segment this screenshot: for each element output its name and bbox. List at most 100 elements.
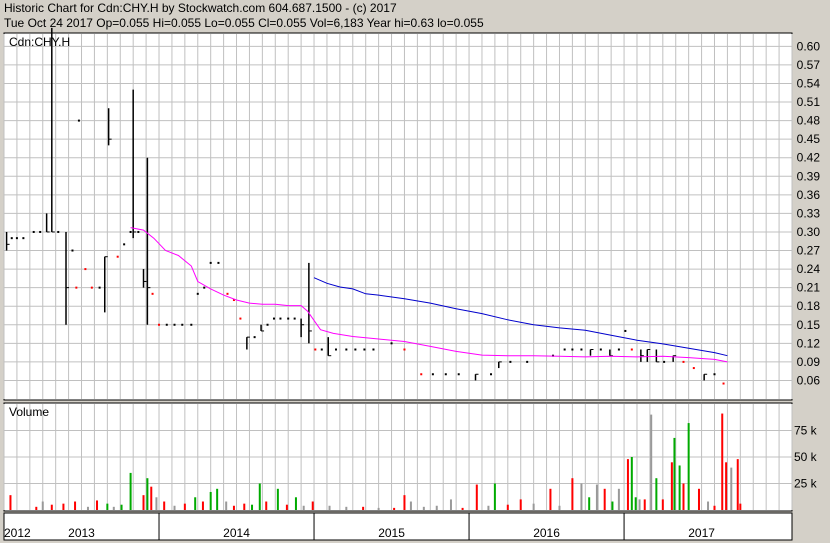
volume-bar xyxy=(461,507,464,510)
volume-bar xyxy=(251,504,254,510)
volume-panel-label: Volume xyxy=(9,405,49,419)
price-close-dot xyxy=(129,230,132,233)
price-close-dot xyxy=(457,373,460,376)
volume-bar xyxy=(276,488,279,510)
volume-bar xyxy=(580,483,583,510)
price-close-dot xyxy=(630,348,633,351)
price-close-dot xyxy=(372,348,375,351)
stock-chart: 0.60 0.57 0.54 0.51 0.48 0.45 0.42 0.39 0.36 0.33… xyxy=(3,27,821,541)
price-close-dot xyxy=(713,373,716,376)
volume-bar xyxy=(216,488,219,510)
price-close-dot xyxy=(75,286,78,289)
volume-bar xyxy=(487,505,490,510)
volume-bar xyxy=(62,503,65,510)
price-close-dot xyxy=(203,286,206,289)
price-close-dot xyxy=(580,348,583,351)
volume-bar xyxy=(9,495,12,510)
price-tick-label: 0.12 xyxy=(797,336,821,350)
price-close-dot xyxy=(209,261,212,264)
volume-bar xyxy=(435,505,438,510)
price-tick-label: 0.18 xyxy=(797,299,821,313)
volume-bar xyxy=(285,504,288,510)
volume-bar xyxy=(243,503,246,510)
price-tick-label: 0.06 xyxy=(797,373,821,387)
volume-bar xyxy=(265,501,268,510)
volume-bar xyxy=(707,501,710,510)
volume-bar xyxy=(673,437,676,510)
price-close-dot xyxy=(158,323,161,326)
price-tick-label: 0.24 xyxy=(797,262,821,276)
price-close-dot xyxy=(354,348,357,351)
volume-bar xyxy=(595,484,598,510)
price-close-dot xyxy=(98,286,101,289)
volume-bar xyxy=(519,499,522,510)
volume-bar xyxy=(362,506,365,510)
volume-bar xyxy=(603,488,606,510)
volume-bar xyxy=(638,499,641,510)
price-close-dot xyxy=(22,237,25,240)
volume-bar xyxy=(687,423,690,510)
volume-bar xyxy=(736,459,739,510)
volume-bar xyxy=(225,501,228,510)
year-label: 2012 xyxy=(4,526,31,540)
volume-bar xyxy=(682,483,685,510)
price-tick-label: 0.48 xyxy=(797,114,821,128)
volume-bar xyxy=(558,505,561,510)
volume-bar xyxy=(294,497,297,510)
price-close-dot xyxy=(682,360,685,363)
price-close-dot xyxy=(217,261,220,264)
price-close-dot xyxy=(526,360,529,363)
year-label: 2016 xyxy=(533,526,560,540)
price-tick-label: 0.42 xyxy=(797,151,821,165)
volume-bar xyxy=(345,506,348,510)
price-tick-label: 0.21 xyxy=(797,281,821,295)
price-close-dot xyxy=(226,292,229,295)
price-close-dot xyxy=(624,329,627,332)
price-tick-label: 0.54 xyxy=(797,76,821,90)
price-tick-label: 0.15 xyxy=(797,318,821,332)
volume-tick-label: 50 k xyxy=(794,450,818,464)
price-tick-label: 0.57 xyxy=(797,58,821,72)
price-close-dot xyxy=(509,360,512,363)
volume-bar xyxy=(41,501,44,510)
price-panel-label: Cdn:CHY.H xyxy=(9,35,70,49)
price-close-dot xyxy=(490,373,493,376)
price-close-dot xyxy=(123,243,126,246)
price-close-dot xyxy=(137,230,140,233)
price-close-dot xyxy=(571,348,574,351)
volume-bar xyxy=(311,501,314,510)
price-tick-label: 0.45 xyxy=(797,132,821,146)
volume-bar xyxy=(661,499,664,510)
volume-bar xyxy=(422,506,425,510)
volume-bar xyxy=(697,488,700,510)
volume-bar xyxy=(721,413,724,510)
volume-bar xyxy=(112,506,115,510)
price-close-dot xyxy=(345,348,348,351)
volume-bar xyxy=(393,507,396,510)
price-close-dot xyxy=(15,237,18,240)
volume-bar xyxy=(626,459,629,510)
volume-bar xyxy=(74,501,77,510)
price-close-dot xyxy=(196,292,199,295)
volume-bar xyxy=(209,491,212,510)
volume-bar xyxy=(739,503,742,510)
volume-bar xyxy=(377,507,380,510)
price-close-dot xyxy=(32,230,35,233)
volume-bar xyxy=(258,483,261,510)
year-label: 2015 xyxy=(378,526,405,540)
volume-bar xyxy=(617,488,620,510)
price-close-dot xyxy=(403,348,406,351)
price-close-dot xyxy=(39,230,42,233)
price-close-dot xyxy=(10,237,13,240)
volume-bar xyxy=(650,414,653,510)
volume-bar xyxy=(86,506,89,510)
price-tick-label: 0.33 xyxy=(797,206,821,220)
year-label: 2017 xyxy=(688,526,715,540)
price-tick-label: 0.39 xyxy=(797,169,821,183)
price-close-dot xyxy=(334,348,337,351)
price-tick-label: 0.09 xyxy=(797,355,821,369)
price-close-dot xyxy=(181,323,184,326)
volume-bar xyxy=(50,504,53,510)
price-tick-label: 0.60 xyxy=(797,39,821,53)
volume-bar xyxy=(403,495,406,510)
